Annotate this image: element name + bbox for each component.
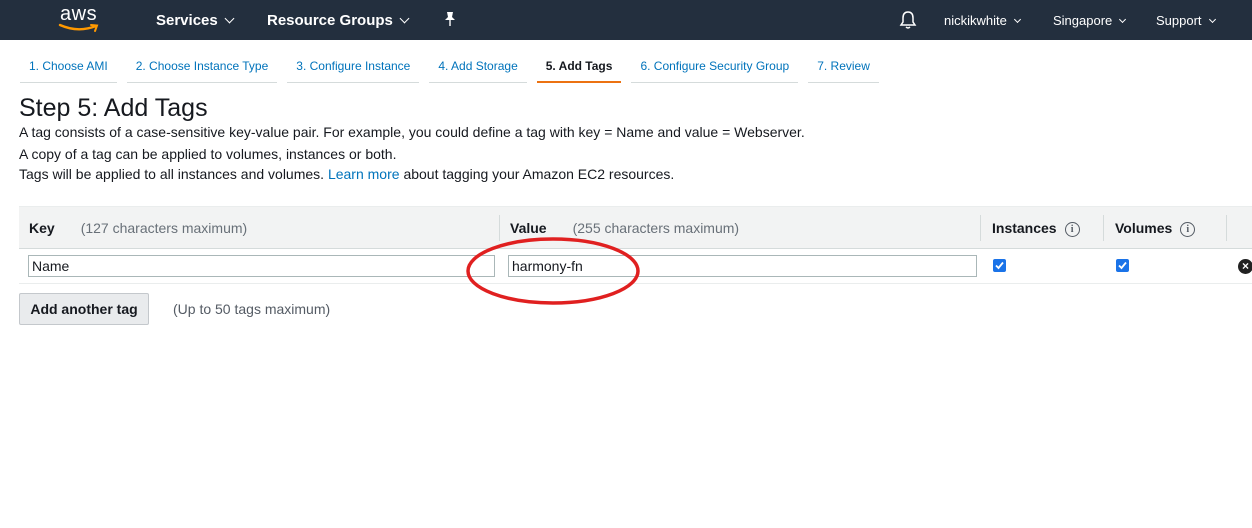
- page-title: Step 5: Add Tags: [19, 94, 208, 122]
- chevron-down-icon: [399, 13, 410, 24]
- step-review[interactable]: 7. Review: [808, 53, 879, 83]
- key-header-hint: (127 characters maximum): [80, 220, 248, 236]
- user-menu[interactable]: nickikwhite: [944, 13, 1021, 28]
- bell-icon[interactable]: [899, 10, 917, 35]
- region-menu[interactable]: Singapore: [1053, 13, 1127, 28]
- pin-icon[interactable]: [443, 11, 457, 32]
- value-column-header: Value (255 characters maximum): [510, 220, 739, 236]
- volumes-column-header: Volumes i: [1115, 220, 1196, 237]
- info-icon[interactable]: i: [1064, 222, 1080, 237]
- chevron-down-icon: [1208, 15, 1216, 23]
- add-another-tag-button[interactable]: Add another tag: [19, 293, 149, 325]
- step-configure-security-group[interactable]: 6. Configure Security Group: [631, 53, 799, 83]
- support-label: Support: [1156, 13, 1202, 28]
- resource-groups-menu[interactable]: Resource Groups: [267, 12, 410, 29]
- step-choose-instance-type[interactable]: 2. Choose Instance Type: [126, 53, 278, 83]
- step-choose-ami[interactable]: 1. Choose AMI: [20, 53, 117, 83]
- info-icon[interactable]: i: [1180, 222, 1196, 237]
- checkmark-icon: [995, 261, 1004, 270]
- services-label: Services: [156, 12, 218, 29]
- column-divider: [1103, 215, 1104, 241]
- learn-more-link[interactable]: Learn more: [328, 166, 400, 182]
- step-add-tags[interactable]: 5. Add Tags: [536, 53, 622, 83]
- column-divider: [1226, 215, 1227, 241]
- volumes-checkbox[interactable]: [1116, 259, 1129, 272]
- instances-column-header: Instances i: [992, 220, 1080, 237]
- instances-checkbox[interactable]: [993, 259, 1006, 272]
- value-header-label: Value: [510, 220, 547, 236]
- key-header-label: Key: [29, 220, 55, 236]
- top-navigation-bar: aws Services Resource Groups nickikwhite…: [0, 0, 1252, 40]
- step-add-storage[interactable]: 4. Add Storage: [429, 53, 527, 83]
- column-divider: [980, 215, 981, 241]
- chevron-down-icon: [224, 13, 235, 24]
- description-line-3: Tags will be applied to all instances an…: [19, 166, 674, 182]
- annotation-ellipse: [466, 237, 640, 305]
- description-line-3-start: Tags will be applied to all instances an…: [19, 166, 325, 182]
- user-label: nickikwhite: [944, 13, 1007, 28]
- description-line-1: A tag consists of a case-sensitive key-v…: [19, 124, 805, 140]
- step-configure-instance[interactable]: 3. Configure Instance: [287, 53, 420, 83]
- chevron-down-icon: [1013, 15, 1021, 23]
- resource-groups-label: Resource Groups: [267, 12, 393, 29]
- tags-limit-note: (Up to 50 tags maximum): [173, 301, 331, 317]
- instances-header-label: Instances: [992, 220, 1057, 236]
- description-line-3-end: about tagging your Amazon EC2 resources.: [403, 166, 675, 182]
- key-column-header: Key (127 characters maximum): [29, 220, 247, 236]
- wizard-steps: 1. Choose AMI 2. Choose Instance Type 3.…: [20, 53, 879, 83]
- services-menu[interactable]: Services: [156, 12, 235, 29]
- value-header-hint: (255 characters maximum): [572, 220, 740, 236]
- chevron-down-icon: [1119, 15, 1127, 23]
- region-label: Singapore: [1053, 13, 1113, 28]
- aws-smile-icon: [58, 23, 99, 32]
- support-menu[interactable]: Support: [1156, 13, 1216, 28]
- volumes-header-label: Volumes: [1115, 220, 1173, 236]
- checkmark-icon: [1118, 261, 1127, 270]
- tag-key-input[interactable]: [28, 255, 495, 277]
- remove-tag-icon[interactable]: ×: [1238, 259, 1252, 274]
- aws-logo[interactable]: aws: [58, 3, 104, 37]
- description-line-2: A copy of a tag can be applied to volume…: [19, 146, 397, 162]
